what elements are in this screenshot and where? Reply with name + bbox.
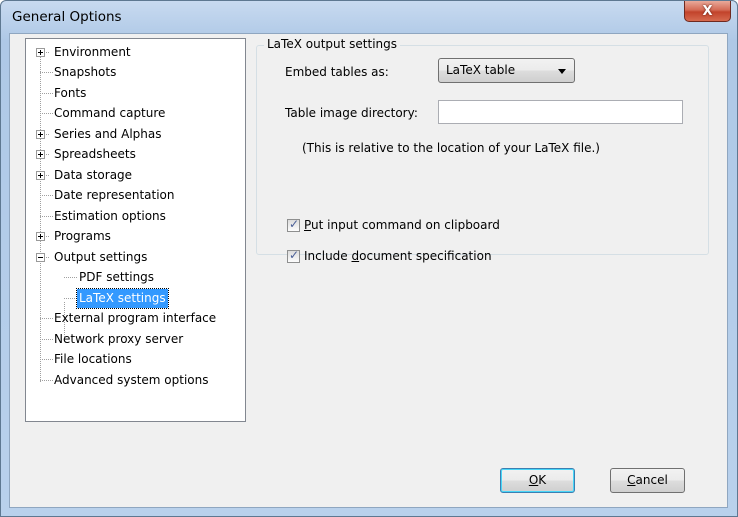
expand-plus-icon[interactable] <box>36 150 45 159</box>
relative-path-note: (This is relative to the location of you… <box>302 141 600 155</box>
expand-plus-icon[interactable] <box>36 48 45 57</box>
check-icon: ✓ <box>289 217 300 231</box>
tree-line <box>40 52 41 382</box>
collapse-minus-icon[interactable] <box>36 253 45 262</box>
title-bar: General Options X <box>1 1 737 33</box>
embed-tables-value: LaTeX table <box>446 63 516 77</box>
include-document-spec-label[interactable]: Include document specification <box>304 249 492 263</box>
close-button[interactable]: X <box>684 1 731 22</box>
check-icon: ✓ <box>289 248 300 262</box>
embed-tables-label: Embed tables as: <box>285 65 389 79</box>
expand-plus-icon[interactable] <box>36 232 45 241</box>
close-icon: X <box>702 3 713 19</box>
table-image-directory-label: Table image directory: <box>285 106 418 120</box>
include-document-spec-checkbox[interactable]: ✓ <box>287 248 300 263</box>
table-image-directory-input[interactable] <box>438 100 683 124</box>
group-title: LaTeX output settings <box>264 37 400 51</box>
expand-plus-icon[interactable] <box>36 171 45 180</box>
embed-tables-select[interactable]: LaTeX table <box>438 58 575 83</box>
ok-button[interactable]: OK <box>500 468 575 493</box>
expand-plus-icon[interactable] <box>36 130 45 139</box>
put-input-command-checkbox[interactable]: ✓ <box>287 217 300 232</box>
put-input-command-label[interactable]: Put input command on clipboard <box>304 218 500 232</box>
chevron-down-icon <box>558 69 566 74</box>
window-title: General Options <box>12 9 122 25</box>
options-tree[interactable]: Environment Snapshots Fonts Command capt… <box>25 38 246 422</box>
cancel-button[interactable]: Cancel <box>610 468 685 493</box>
